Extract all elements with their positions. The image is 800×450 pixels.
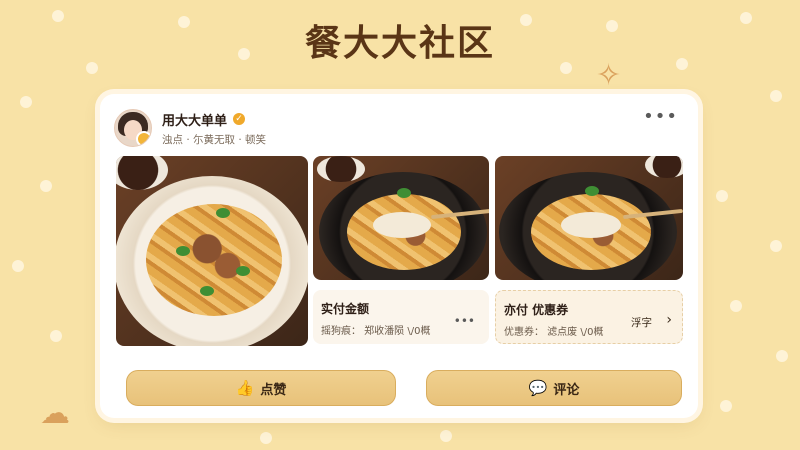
payment-info-card[interactable]: 实付金额 摇狗痕： 郑收潘陨 \/0概 ••• (313, 290, 489, 344)
dish-photo-2[interactable] (313, 156, 489, 280)
post-card: 用大大单单 ✓ 浊点 · 尓黄无取 · 顿笑 ••• 实付金额 摇狗痕： 郑收潘… (100, 94, 698, 418)
more-options-icon[interactable]: ••• (643, 106, 678, 127)
coupon-subtitle: 优惠券： 滤点废 \/0概 (504, 327, 604, 338)
avatar[interactable] (114, 109, 152, 147)
dish-photo-main[interactable] (116, 156, 308, 346)
page-title: 餐大大社区 (304, 22, 495, 64)
comment-label: 评论 (553, 382, 580, 398)
post-header: 用大大单单 ✓ 浊点 · 尓黄无取 · 顿笑 (114, 108, 674, 148)
payment-title: 实付金额 (321, 302, 370, 316)
coupon-info-card[interactable]: 亦付 优惠券 优惠券： 滤点废 \/0概 浮字 › (495, 290, 683, 344)
chevron-right-icon[interactable]: › (666, 312, 672, 328)
doodle-icon: ☁ (40, 396, 70, 431)
user-subtitle: 浊点 · 尓黄无取 · 顿笑 (162, 133, 267, 146)
like-button[interactable]: 👍 点赞 (126, 370, 396, 406)
more-dots-icon[interactable]: ••• (454, 314, 475, 328)
comment-button[interactable]: 💬 评论 (426, 370, 682, 406)
thumbs-up-icon: 👍 (235, 379, 255, 397)
dish-photo-3[interactable] (495, 156, 683, 280)
coupon-title: 亦付 优惠券 (504, 303, 569, 317)
like-label: 点赞 (260, 382, 287, 398)
coupon-action[interactable]: 浮字 (631, 315, 652, 330)
payment-subtitle: 摇狗痕： 郑收潘陨 \/0概 (321, 326, 431, 337)
comment-icon: 💬 (528, 379, 548, 397)
user-name[interactable]: 用大大单单 (162, 110, 227, 129)
verified-icon: ✓ (233, 113, 246, 125)
